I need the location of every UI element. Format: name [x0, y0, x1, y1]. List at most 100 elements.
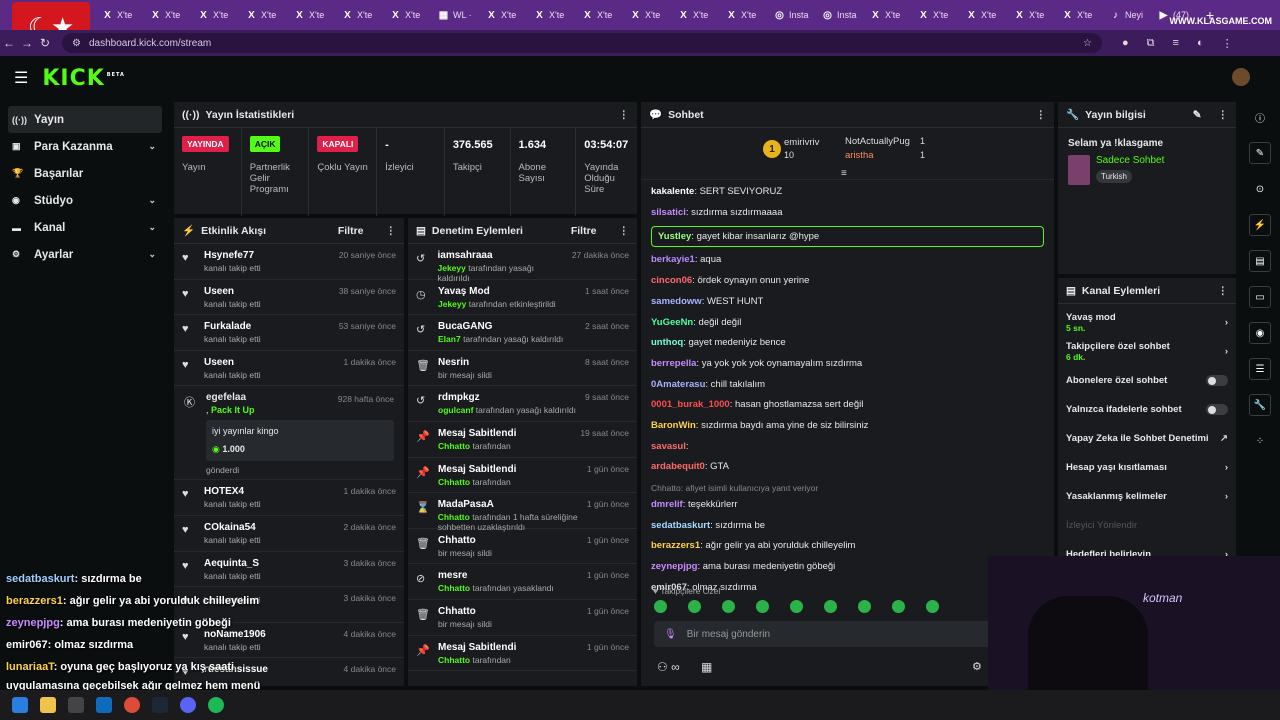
chat-message[interactable]: samedoww: WEST HUNT [641, 292, 1054, 313]
more-icon[interactable]: ⋮ [1218, 285, 1229, 297]
moderation-row[interactable]: ↺ BucaGANG Elan7 tarafından yasağı kaldırı… [408, 315, 637, 351]
edit-icon[interactable]: ✎ [1193, 109, 1202, 121]
chat-message[interactable]: unthoq: gayet medeniyiz bence [641, 333, 1054, 354]
channel-action-row[interactable]: Abonelere özel sohbet [1058, 366, 1236, 395]
browser-tab[interactable]: X X'te [336, 0, 384, 30]
moderator-name[interactable]: Elan7 [438, 334, 461, 344]
chat-username[interactable]: kakalente [651, 186, 694, 197]
spotify-icon[interactable] [208, 697, 224, 713]
more-icon[interactable]: ⋮ [1036, 109, 1047, 121]
playlist-icon[interactable]: ≡ [1173, 37, 1179, 50]
chevron-down-icon[interactable]: ⌄ [148, 141, 156, 152]
emote-icon[interactable] [892, 600, 905, 613]
target-icon[interactable]: ⊙ [1249, 178, 1271, 200]
channel-action-row[interactable]: Yapay Zeka ile Sohbet Denetimi ↗ [1058, 424, 1236, 453]
chat-message[interactable]: cincon06: ördek oynayın onun yerine [641, 271, 1054, 292]
moderation-row[interactable]: 📌 Mesaj Sabitlendi Chhatto tarafından 1 gün… [408, 636, 637, 672]
moderator-name[interactable]: Chhatto [438, 655, 470, 665]
url-field[interactable]: ⚙ dashboard.kick.com/stream ☆ [62, 33, 1102, 53]
moderation-row[interactable]: ↺ rdmpkgz ogulcanf tarafından yasağı kaldı… [408, 386, 637, 422]
emote-icon[interactable] [790, 600, 803, 613]
browser-tab[interactable]: ◎ Insta [768, 0, 816, 30]
channel-action-row[interactable]: Yalnızca ifadelerle sohbet [1058, 395, 1236, 424]
activity-filter-button[interactable]: Filtre [338, 225, 364, 237]
chat-icon[interactable]: ▭ [1249, 286, 1271, 308]
browser-tab[interactable]: ▦ WL · [432, 0, 480, 30]
emote-icon[interactable] [756, 600, 769, 613]
channel-action-row[interactable]: Yavaş mod 5 sn. › [1058, 308, 1236, 337]
chevron-right-icon[interactable]: › [1225, 346, 1228, 357]
emote-icon[interactable] [824, 600, 837, 613]
browser-tab[interactable]: X X'te [1056, 0, 1104, 30]
browser-tab[interactable]: ♪ Neyi [1104, 0, 1152, 30]
moderator-name[interactable]: Chhatto [438, 477, 470, 487]
chat-username[interactable]: ardabequit0 [651, 461, 705, 472]
browser-tab[interactable]: X X'te [96, 0, 144, 30]
chat-username[interactable]: cincon06 [651, 275, 692, 286]
sidebar-item-2[interactable]: 🏆 Başarılar [8, 160, 162, 187]
wrench-icon[interactable]: 🔧 [1249, 394, 1271, 416]
chat-message[interactable]: 0Amaterasu: chill takılalım [641, 375, 1054, 396]
moderator-name[interactable]: Chhatto [438, 441, 470, 451]
toggle-switch[interactable] [1206, 404, 1228, 415]
chat-message[interactable]: savasul: [641, 437, 1054, 458]
moderator-name[interactable]: Jekeyy [438, 263, 466, 273]
browser-tab[interactable]: ◎ Insta [816, 0, 864, 30]
info-icon[interactable]: ⓘ [1249, 106, 1271, 128]
channel-action-row[interactable]: İzleyici Yönlendir [1058, 511, 1236, 540]
moderation-row[interactable]: ⊘ mesre Chhatto tarafından yasaklandı 1 gün… [408, 564, 637, 600]
chat-username[interactable]: sedatbaskurt [651, 520, 710, 531]
clipboard-icon[interactable]: ▤ [1249, 250, 1271, 272]
moderation-row[interactable]: 🗑 Chhatto bir mesajı sildi 1 gün önce [408, 529, 637, 565]
chat-message[interactable]: sedatbaskurt: sızdırma be [641, 516, 1054, 537]
chat-username[interactable]: savasul [651, 441, 686, 452]
chat-settings-icon[interactable]: ⚙ [972, 660, 982, 673]
chat-username[interactable]: berazzers1 [651, 540, 700, 551]
activity-row[interactable]: ♥ Aequinta_S kanalı takip etti 3 dakika önc… [174, 552, 404, 588]
store-icon[interactable] [68, 697, 84, 713]
chat-message[interactable]: berkayie1: aqua [641, 250, 1054, 271]
emote-icon[interactable] [688, 600, 701, 613]
profile-icon[interactable]: ◐ [1197, 37, 1204, 50]
category-name[interactable]: Sadece Sohbet [1096, 155, 1164, 166]
more-icon[interactable]: ⋮ [1218, 109, 1229, 121]
chat-username[interactable]: Yustley [658, 231, 691, 242]
chat-username[interactable]: YuGeeNn [651, 317, 693, 328]
browser-tab[interactable]: X X'te [1008, 0, 1056, 30]
moderation-filter-button[interactable]: Filtre [571, 225, 597, 237]
avatar[interactable] [1232, 68, 1250, 86]
chat-message[interactable]: YuGeeNn: değil değil [641, 313, 1054, 334]
browser-tab[interactable]: X X'te [624, 0, 672, 30]
apps-icon[interactable]: ⁘ [1249, 430, 1271, 452]
browser-tab[interactable]: X X'te [576, 0, 624, 30]
pencil-icon[interactable]: ✎ [1249, 142, 1271, 164]
chat-message[interactable]: Yustley: gayet kibar insanlarız @hype [651, 226, 1044, 248]
sidebar-item-5[interactable]: ⚙ Ayarlar ⌄ [8, 241, 162, 268]
browser-tab[interactable]: X X'te [864, 0, 912, 30]
channel-action-row[interactable]: Takipçilere özel sohbet 6 dk. › [1058, 337, 1236, 366]
site-info-icon[interactable]: ⚙ [72, 38, 81, 49]
activity-row[interactable]: ♥ Hsynefe77 kanalı takip etti 20 saniye önc… [174, 244, 404, 280]
chat-message[interactable]: ardabequit0: GTA [641, 457, 1054, 478]
discord-icon[interactable] [180, 697, 196, 713]
more-icon[interactable]: ⋮ [619, 109, 630, 121]
emote-icon[interactable] [858, 600, 871, 613]
collapse-icon[interactable]: ≡ [841, 168, 847, 179]
browser-tab[interactable]: X X'te [144, 0, 192, 30]
external-link-icon[interactable]: ↗ [1220, 433, 1228, 444]
chevron-down-icon[interactable]: ⌄ [148, 249, 156, 260]
bookmark-star-icon[interactable]: ☆ [1083, 38, 1092, 49]
browser-tab[interactable]: X X'te [240, 0, 288, 30]
chat-message[interactable]: 0001_burak_1000: hasan ghostlamazsa sert… [641, 395, 1054, 416]
emote-icon[interactable]: ⚇ ∞ [657, 660, 680, 674]
chevron-right-icon[interactable]: › [1225, 462, 1228, 473]
hamburger-icon[interactable]: ☰ [14, 68, 28, 88]
activity-row[interactable]: ♥ COkaina54 kanalı takip etti 2 dakika önce [174, 516, 404, 552]
more-icon[interactable]: ⋮ [619, 225, 630, 237]
browser-tab[interactable]: X X'te [384, 0, 432, 30]
chevron-right-icon[interactable]: › [1225, 491, 1228, 502]
forward-icon[interactable]: → [18, 36, 36, 50]
extension-icon[interactable]: ● [1122, 37, 1129, 50]
chrome-icon[interactable] [124, 697, 140, 713]
chat-username[interactable]: berrepella [651, 358, 696, 369]
